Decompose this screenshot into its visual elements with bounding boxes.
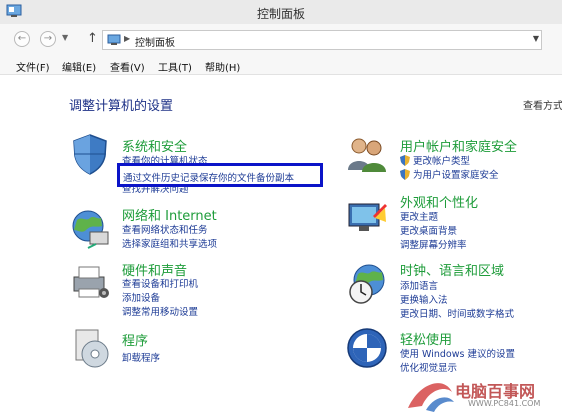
link-mobility-settings[interactable]: 调整常用移动设置 (122, 304, 198, 318)
link-homegroup-sharing[interactable]: 选择家庭组和共享选项 (122, 236, 217, 250)
link-add-language[interactable]: 添加语言 (400, 278, 438, 292)
uac-shield-icon (400, 169, 410, 180)
category-programs[interactable]: 程序 (122, 330, 148, 349)
network-globe-icon (72, 210, 109, 249)
link-change-input-method[interactable]: 更换输入法 (400, 292, 448, 306)
menu-edit[interactable]: 编辑(E) (62, 59, 96, 74)
navigation-bar: ← → ▼ ↑ ▶ 控制面板 ▼ (0, 24, 562, 56)
link-windows-recommended-settings[interactable]: 使用 Windows 建议的设置 (400, 346, 515, 360)
window-title: 控制面板 (256, 7, 305, 21)
clock-globe-icon (349, 264, 385, 304)
ease-of-access-icon (347, 328, 387, 368)
link-family-safety[interactable]: 为用户设置家庭安全 (413, 167, 499, 181)
link-file-history-backup[interactable]: 通过文件历史记录保存你的文件备份副本 (123, 170, 294, 184)
breadcrumb-control-panel[interactable]: 控制面板 (135, 34, 175, 49)
menu-view[interactable]: 查看(V) (110, 59, 145, 74)
up-button[interactable]: ↑ (87, 31, 98, 46)
link-devices-printers[interactable]: 查看设备和打印机 (122, 276, 198, 290)
menu-bar: 文件(F) 编辑(E) 查看(V) 工具(T) 帮助(H) (0, 56, 562, 75)
link-screen-resolution[interactable]: 调整屏幕分辨率 (400, 237, 467, 251)
page-title: 调整计算机的设置 (69, 99, 174, 114)
uac-shield-icon (400, 155, 410, 166)
personalization-icon (348, 203, 387, 231)
link-add-device[interactable]: 添加设备 (122, 290, 160, 304)
link-change-theme[interactable]: 更改主题 (400, 209, 438, 223)
printer-icon (73, 266, 109, 298)
view-by-label: 查看方式 (523, 101, 562, 112)
back-button[interactable]: ← (14, 31, 30, 47)
menu-file[interactable]: 文件(F) (16, 59, 50, 74)
link-date-time-format[interactable]: 更改日期、时间或数字格式 (400, 306, 514, 320)
highlighted-file-history-link[interactable]: 通过文件历史记录保存你的文件备份副本 (117, 163, 323, 187)
recent-pages-dropdown[interactable]: ▼ (62, 33, 68, 42)
category-clock-language-region[interactable]: 时钟、语言和区域 (400, 260, 504, 279)
users-icon (348, 138, 386, 172)
menu-tools[interactable]: 工具(T) (158, 59, 192, 74)
title-bar: 控制面板 (0, 0, 562, 24)
menu-help[interactable]: 帮助(H) (205, 59, 240, 74)
link-uninstall-program[interactable]: 卸载程序 (122, 350, 160, 364)
control-panel-icon (107, 34, 121, 45)
link-network-status[interactable]: 查看网络状态和任务 (122, 222, 208, 236)
watermark-url: WWW.PC841.COM (468, 399, 541, 408)
breadcrumb-separator[interactable]: ▶ (124, 34, 130, 43)
forward-button[interactable]: → (40, 31, 56, 47)
shield-icon (73, 134, 107, 175)
link-change-account-type[interactable]: 更改帐户类型 (413, 153, 470, 167)
link-desktop-background[interactable]: 更改桌面背景 (400, 223, 457, 237)
programs-icon (75, 329, 109, 368)
address-bar[interactable]: ▶ 控制面板 ▼ (102, 30, 542, 50)
address-dropdown[interactable]: ▼ (533, 34, 539, 43)
